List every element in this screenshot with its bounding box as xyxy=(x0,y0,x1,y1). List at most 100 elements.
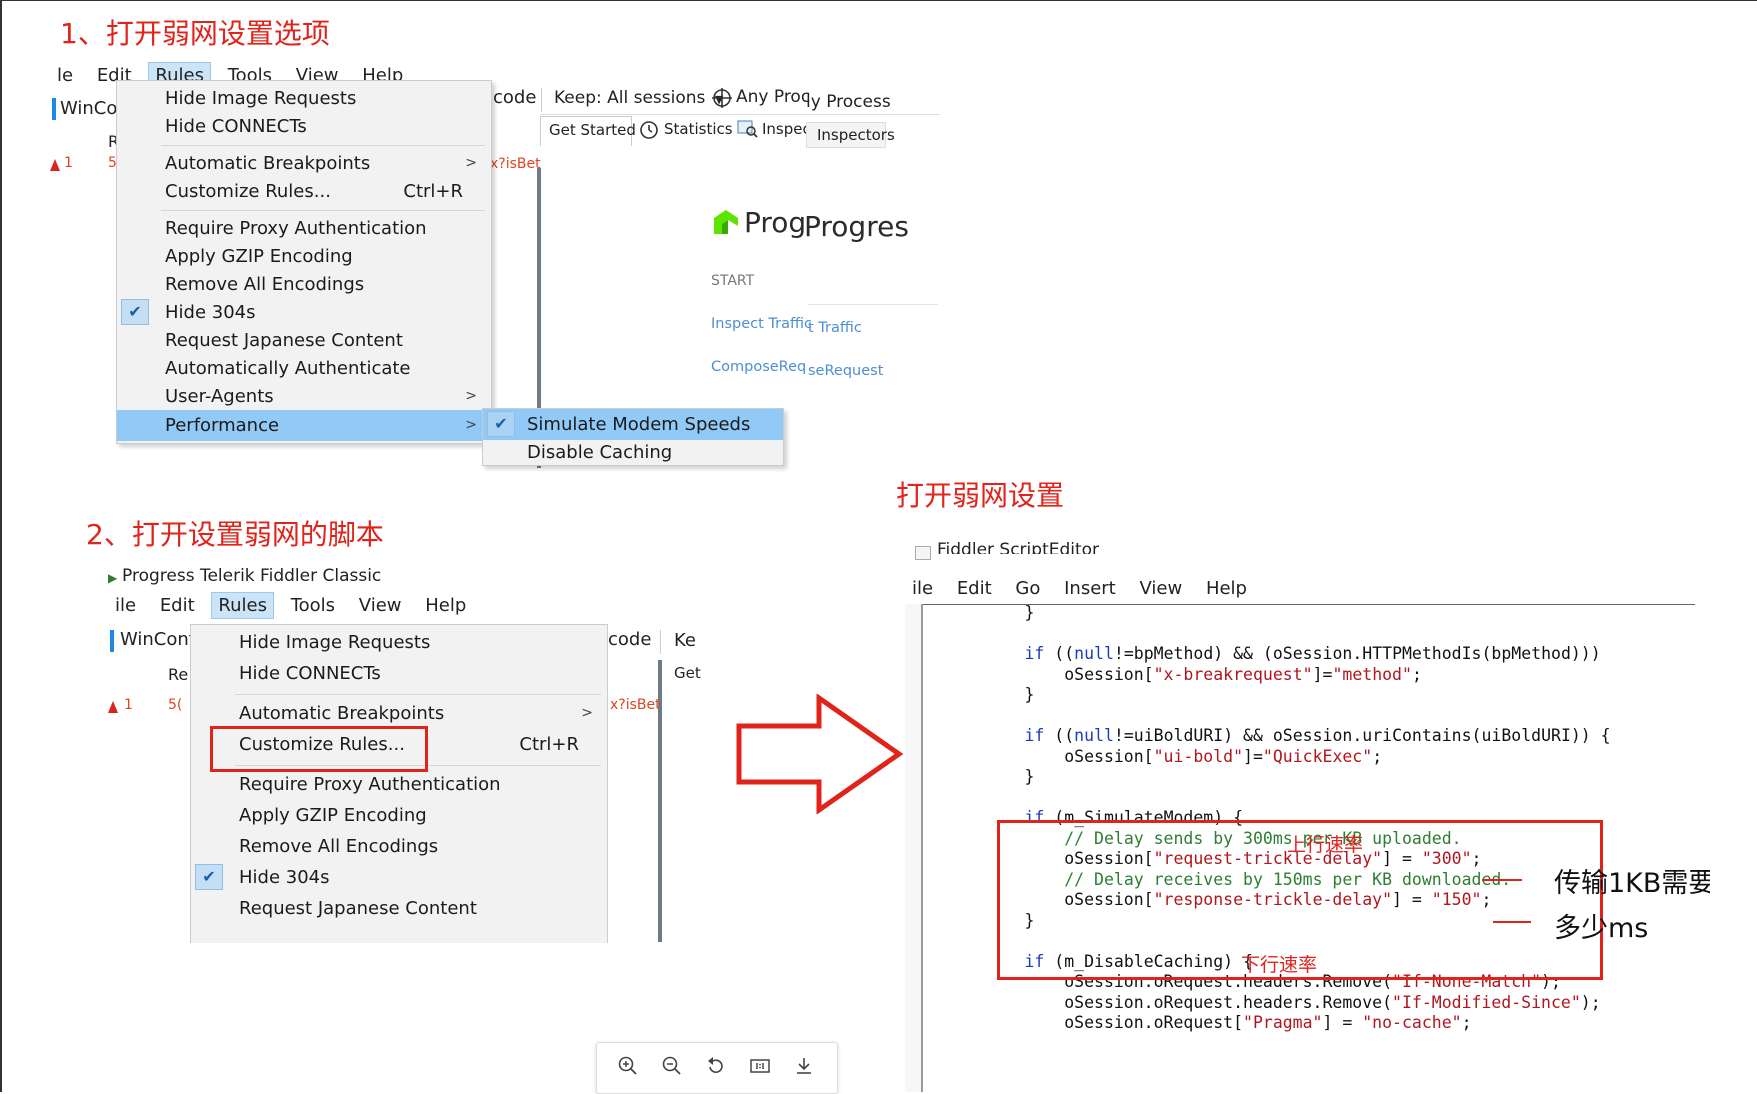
menu-item-label: Request Japanese Content xyxy=(165,330,403,351)
menu-item-user-agents[interactable]: User-Agents > xyxy=(117,381,491,412)
script-editor-app-icon xyxy=(915,546,931,560)
menu-help[interactable]: Help xyxy=(418,592,473,619)
menu-item-label: Hide CONNECTs xyxy=(239,663,381,684)
keep-sessions-dropdown[interactable]: Keep: All sessions ▼ xyxy=(554,88,723,108)
menu-item-disable-caching[interactable]: Disable Caching xyxy=(483,437,783,468)
code-line: oSession["ui-bold"]="QuickExec"; xyxy=(945,746,1383,766)
submenu-arrow-icon: > xyxy=(465,388,477,404)
menu-item-remove-encodings[interactable]: Remove All Encodings xyxy=(191,831,607,862)
step1-title: 1、打开弱网设置选项 xyxy=(60,17,330,50)
menu-item-hide-304s[interactable]: ✔ Hide 304s xyxy=(117,297,491,328)
menu-item-request-japanese[interactable]: Request Japanese Content xyxy=(117,325,491,356)
shot2-menubar: ile Edit Rules Tools View Help xyxy=(108,592,477,619)
progress-logo-text: Prog xyxy=(744,206,807,239)
upload-rate-annotation: 上行速率 xyxy=(1287,834,1364,856)
start-divider xyxy=(808,304,938,305)
menu-rules[interactable]: Rules xyxy=(211,592,274,619)
code-line: } xyxy=(945,685,1035,704)
menu-item-label: Require Proxy Authentication xyxy=(239,774,501,795)
menu-insert[interactable]: Insert xyxy=(1057,575,1123,602)
pane-splitter[interactable] xyxy=(658,660,662,942)
any-process-button[interactable]: Any Proc xyxy=(736,87,810,107)
menu-item-label: Disable Caching xyxy=(527,442,673,463)
script-editor-window: Fiddler ScriptEditor ile Edit Go Insert … xyxy=(905,540,1710,1092)
tab-get-started-partial[interactable]: Get xyxy=(674,664,701,682)
menu-item-label: Simulate Modem Speeds xyxy=(527,414,751,435)
tab-get-started-label: Get Started xyxy=(549,121,636,139)
menu-item-label: Remove All Encodings xyxy=(165,274,365,295)
menu-go[interactable]: Go xyxy=(1008,575,1047,602)
menu-item-label: Require Proxy Authentication xyxy=(165,218,427,239)
menu-separator xyxy=(161,145,485,146)
menu-item-hide-304s[interactable]: ✔ Hide 304s xyxy=(191,862,607,893)
download-icon[interactable] xyxy=(791,1055,817,1081)
menu-help[interactable]: Help xyxy=(1199,575,1254,602)
tab-inspectors-partial[interactable]: Inspec xyxy=(762,120,811,138)
keep-sessions-label: Keep: All sessions xyxy=(554,88,706,108)
menu-view[interactable]: View xyxy=(1132,575,1189,602)
tab-get-started[interactable]: Get Started xyxy=(540,116,636,146)
menu-item-request-japanese[interactable]: Request Japanese Content xyxy=(191,893,607,924)
column-result-header: Re xyxy=(168,665,189,684)
menu-item-label: Automatically Authenticate xyxy=(165,358,411,379)
menu-file[interactable]: ile xyxy=(108,592,143,619)
decode-button[interactable]: code xyxy=(608,629,651,650)
menu-item-hide-connects[interactable]: Hide CONNECTs xyxy=(117,111,491,142)
menu-item-require-proxy-auth[interactable]: Require Proxy Authentication xyxy=(191,769,607,800)
menu-item-automatic-breakpoints[interactable]: Automatic Breakpoints > xyxy=(191,698,607,729)
menu-item-label: Hide 304s xyxy=(239,867,330,888)
menu-tools[interactable]: Tools xyxy=(284,592,342,619)
tab-statistics[interactable]: Statistics xyxy=(664,120,733,138)
menu-item-hide-image-requests[interactable]: Hide Image Requests xyxy=(191,627,607,658)
menu-edit[interactable]: Edit xyxy=(153,592,202,619)
menu-separator xyxy=(235,694,601,695)
menu-item-performance[interactable]: Performance > xyxy=(117,410,491,441)
actual-size-icon[interactable] xyxy=(747,1055,773,1081)
session-row-url: x?isBet xyxy=(490,156,541,172)
keep-sessions-partial[interactable]: Ke xyxy=(674,630,696,651)
session-row-result: 5( xyxy=(168,697,183,713)
menu-item-label: Apply GZIP Encoding xyxy=(165,246,353,267)
menu-item-hide-image-requests[interactable]: Hide Image Requests xyxy=(117,83,491,114)
menu-view[interactable]: View xyxy=(352,592,409,619)
customize-rules-highlight-box xyxy=(210,726,428,772)
menu-file[interactable]: le xyxy=(50,62,80,89)
menu-item-label: Customize Rules... xyxy=(165,181,331,202)
session-row-number: 1 xyxy=(64,155,73,171)
decode-button[interactable]: code xyxy=(493,87,536,108)
menu-item-apply-gzip[interactable]: Apply GZIP Encoding xyxy=(191,800,607,831)
step2-title: 2、打开设置弱网的脚本 xyxy=(86,518,384,551)
menu-item-label: Hide 304s xyxy=(165,302,256,323)
rotate-icon[interactable] xyxy=(703,1055,729,1081)
download-rate-annotation: 下行速率 xyxy=(1241,954,1318,976)
zoom-out-icon[interactable] xyxy=(659,1055,685,1081)
menu-item-apply-gzip[interactable]: Apply GZIP Encoding xyxy=(117,241,491,272)
code-line: oSession.oRequest.headers.Remove("If-Mod… xyxy=(945,992,1601,1012)
menu-item-require-proxy-auth[interactable]: Require Proxy Authentication xyxy=(117,213,491,244)
start-heading: START xyxy=(711,273,755,289)
winconfig-button[interactable]: WinConf xyxy=(120,629,195,650)
checkmark-icon: ✔ xyxy=(195,864,223,890)
warning-icon xyxy=(50,159,60,171)
compose-request-link[interactable]: ComposeReq xyxy=(711,359,806,375)
performance-submenu: ✔ Simulate Modem Speeds Disable Caching xyxy=(482,408,784,466)
checkmark-icon: ✔ xyxy=(487,411,515,437)
menu-item-label: Automatic Breakpoints xyxy=(239,703,445,724)
inspect-icon xyxy=(736,119,758,139)
crosshair-icon[interactable] xyxy=(712,88,732,108)
script-editor-title: Fiddler ScriptEditor xyxy=(937,540,1100,554)
tab-inspectors[interactable]: Inspectors xyxy=(806,122,895,148)
zoom-in-icon[interactable] xyxy=(615,1055,641,1081)
menu-item-customize-rules[interactable]: Customize Rules... Ctrl+R xyxy=(117,176,491,207)
stopwatch-icon xyxy=(638,118,660,140)
menu-item-hide-connects[interactable]: Hide CONNECTs xyxy=(191,658,607,689)
menu-item-simulate-modem[interactable]: ✔ Simulate Modem Speeds xyxy=(483,409,783,440)
menu-file[interactable]: ile xyxy=(905,575,940,602)
menu-item-remove-encodings[interactable]: Remove All Encodings xyxy=(117,269,491,300)
menu-edit[interactable]: Edit xyxy=(950,575,999,602)
menu-item-automatic-breakpoints[interactable]: Automatic Breakpoints > xyxy=(117,148,491,179)
inspect-traffic-link[interactable]: Inspect Traffic xyxy=(711,316,812,332)
menu-item-auto-authenticate[interactable]: Automatically Authenticate xyxy=(117,353,491,384)
